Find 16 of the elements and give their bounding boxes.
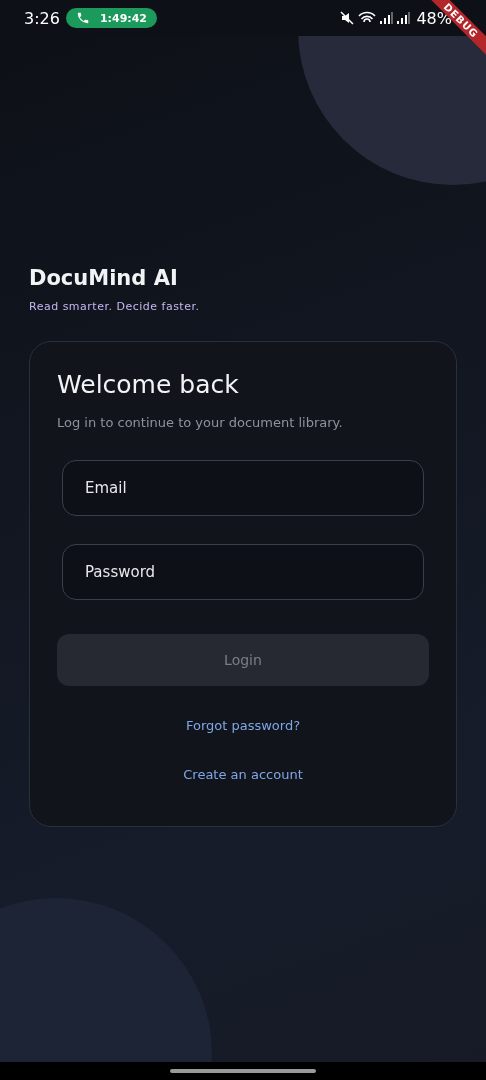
phone-icon	[75, 11, 90, 25]
app-title: DocuMind AI	[29, 266, 179, 290]
email-field[interactable]: Email	[62, 460, 424, 516]
text-link[interactable]: Forgot password?	[183, 716, 303, 735]
wifi-icon	[358, 11, 377, 25]
text-link[interactable]: Create an account	[181, 765, 305, 784]
home-handle[interactable]	[170, 1069, 316, 1073]
card-subtitle: Log in to continue to your document library.	[57, 415, 344, 430]
mute-icon	[340, 11, 355, 25]
password-field[interactable]: Password	[62, 544, 424, 600]
tagline: Read smarter. Decide faster.	[29, 300, 201, 313]
status-time: 3:26	[24, 8, 60, 28]
signal-icon	[397, 12, 411, 24]
call-pill[interactable]: 1:49:42	[65, 8, 157, 28]
signal-icon	[380, 12, 394, 24]
card-title: Welcome back	[57, 370, 240, 399]
